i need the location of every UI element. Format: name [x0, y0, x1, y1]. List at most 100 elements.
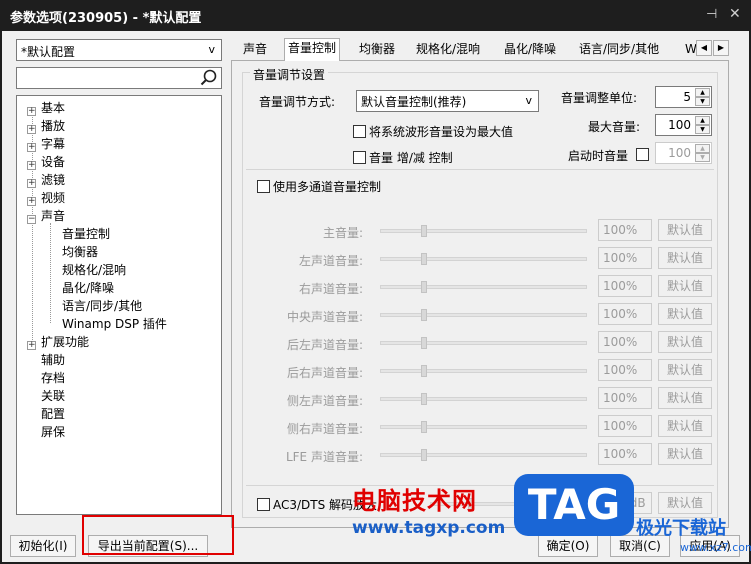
tree-item[interactable]: + 扩展功能 [27, 333, 89, 351]
channel-slider-track[interactable] [380, 397, 587, 401]
tree-item[interactable]: 辅助 [27, 351, 65, 369]
tree-item-label: 扩展功能 [41, 335, 90, 349]
preset-select[interactable]: *默认配置 v [16, 39, 222, 61]
search-icon[interactable] [199, 68, 219, 88]
expander-icon[interactable]: + [27, 341, 36, 350]
tab-volume-control[interactable]: 音量控制 [284, 38, 341, 61]
tree-item[interactable]: Winamp DSP 插件 [62, 315, 167, 333]
channel-slider-track[interactable] [380, 229, 587, 233]
checkbox-box[interactable] [257, 498, 270, 511]
pin-icon[interactable]: ⊣ [706, 7, 717, 22]
tree-item[interactable]: 音量控制 [62, 225, 111, 243]
channel-slider-track[interactable] [380, 425, 587, 429]
tree-item[interactable]: 晶化/降噪 [62, 279, 114, 297]
expander-icon[interactable]: + [27, 197, 36, 206]
tree-item[interactable]: + 设备 [27, 153, 65, 171]
tree-item[interactable]: + 播放 [27, 117, 65, 135]
tab-normalize-reverb[interactable]: 规格化/混响 [413, 40, 483, 60]
tab-scroll-right-icon[interactable]: ▶ [713, 40, 729, 56]
ok-button[interactable]: 确定(O) [538, 535, 598, 557]
tree-item[interactable]: + 基本 [27, 99, 65, 117]
channel-default-button[interactable]: 默认值 [658, 219, 712, 241]
spin-down-icon[interactable]: ▼ [695, 153, 710, 162]
tree-item[interactable]: 规格化/混响 [62, 261, 126, 279]
spin-up-icon[interactable]: ▲ [695, 144, 710, 153]
channel-slider-track[interactable] [380, 341, 587, 345]
tab-equalizer[interactable]: 均衡器 [356, 40, 398, 60]
channel-default-button[interactable]: 默认值 [658, 443, 712, 465]
tree-item[interactable]: + 视频 [27, 189, 65, 207]
close-icon[interactable]: ✕ [729, 6, 741, 22]
channel-default-button[interactable]: 默认值 [658, 359, 712, 381]
tree-item[interactable]: + 滤镜 [27, 171, 65, 189]
channel-default-button[interactable]: 默认值 [658, 415, 712, 437]
channel-default-button[interactable]: 默认值 [658, 275, 712, 297]
tree-item[interactable]: 存档 [27, 369, 65, 387]
tree-item[interactable]: 配置 [27, 405, 65, 423]
startup-volume-stepper[interactable]: 100 ▲ ▼ [655, 142, 712, 164]
tab-lang-sync-other[interactable]: 语言/同步/其他 [576, 40, 662, 60]
expander-icon[interactable]: + [27, 143, 36, 152]
channel-slider-track[interactable] [380, 369, 587, 373]
channel-slider-thumb[interactable] [421, 393, 427, 405]
tab-crystal-denoise[interactable]: 晶化/降噪 [501, 40, 559, 60]
spin-up-icon[interactable]: ▲ [695, 116, 710, 125]
tree-item-label: 滤镜 [41, 173, 66, 187]
channel-slider-track[interactable] [380, 453, 587, 457]
tree-item[interactable]: − 声音 [27, 207, 65, 225]
channel-slider-thumb[interactable] [421, 365, 427, 377]
waveform-max-checkbox[interactable]: 将系统波形音量设为最大值 [353, 123, 513, 140]
channel-slider-thumb[interactable] [421, 337, 427, 349]
increase-decrease-checkbox[interactable]: 音量 增/减 控制 [353, 149, 453, 166]
channel-value: 100% [598, 387, 652, 409]
expander-icon[interactable]: + [27, 125, 36, 134]
startup-volume-checkbox[interactable] [636, 148, 652, 162]
expander-icon[interactable]: + [27, 179, 36, 188]
checkbox-box[interactable] [257, 180, 270, 193]
channel-value: 100% [598, 415, 652, 437]
expander-icon[interactable]: + [27, 161, 36, 170]
unit-stepper[interactable]: 5 ▲ ▼ [655, 86, 712, 108]
checkbox-box[interactable] [353, 125, 366, 138]
ac3-default-button[interactable]: 默认值 [658, 492, 712, 514]
channel-default-button[interactable]: 默认值 [658, 303, 712, 325]
tree-item[interactable]: 关联 [27, 387, 65, 405]
channel-default-button[interactable]: 默认值 [658, 331, 712, 353]
channel-slider-thumb[interactable] [421, 449, 427, 461]
tree-item[interactable]: 均衡器 [62, 243, 98, 261]
channel-label: 中央声道音量: [286, 310, 363, 324]
checkbox-box[interactable] [636, 148, 649, 161]
channel-slider-thumb[interactable] [421, 253, 427, 265]
spin-down-icon[interactable]: ▼ [695, 125, 710, 134]
channel-slider-track[interactable] [380, 257, 587, 261]
expander-icon[interactable]: − [27, 215, 36, 224]
max-volume-value: 100 [668, 118, 691, 132]
tree-item[interactable]: 屏保 [27, 423, 65, 441]
spin-down-icon[interactable]: ▼ [695, 97, 710, 106]
expander-icon[interactable]: + [27, 107, 36, 116]
channel-slider-thumb[interactable] [421, 225, 427, 237]
channel-slider-track[interactable] [380, 313, 587, 317]
multichannel-checkbox[interactable]: 使用多通道音量控制 [257, 178, 381, 195]
channel-slider-thumb[interactable] [421, 421, 427, 433]
tab-scroll-left-icon[interactable]: ◀ [696, 40, 712, 56]
channel-default-button[interactable]: 默认值 [658, 247, 712, 269]
settings-tree[interactable]: + 基本 + 播放 + 字幕 + 设备 + 滤镜 + 视频 − 声音 音量控制 均衡器 规格化/混响 晶化/降噪语… [16, 95, 222, 515]
checkbox-box[interactable] [353, 151, 366, 164]
mode-select[interactable]: 默认音量控制(推荐) v [356, 90, 539, 112]
channel-default-button[interactable]: 默认值 [658, 387, 712, 409]
spin-up-icon[interactable]: ▲ [695, 88, 710, 97]
tab-sound[interactable]: 声音 [240, 40, 270, 60]
unit-value: 5 [683, 90, 691, 104]
channel-slider-track[interactable] [380, 285, 587, 289]
channel-slider-thumb[interactable] [421, 309, 427, 321]
channel-slider-thumb[interactable] [421, 281, 427, 293]
tree-item[interactable]: 语言/同步/其他 [62, 297, 142, 315]
tree-item[interactable]: + 字幕 [27, 135, 65, 153]
max-volume-stepper[interactable]: 100 ▲ ▼ [655, 114, 712, 136]
channel-value: 100% [598, 331, 652, 353]
search-input[interactable] [16, 67, 222, 89]
channel-label: 后右声道音量: [286, 366, 363, 380]
init-button[interactable]: 初始化(I) [10, 535, 76, 557]
